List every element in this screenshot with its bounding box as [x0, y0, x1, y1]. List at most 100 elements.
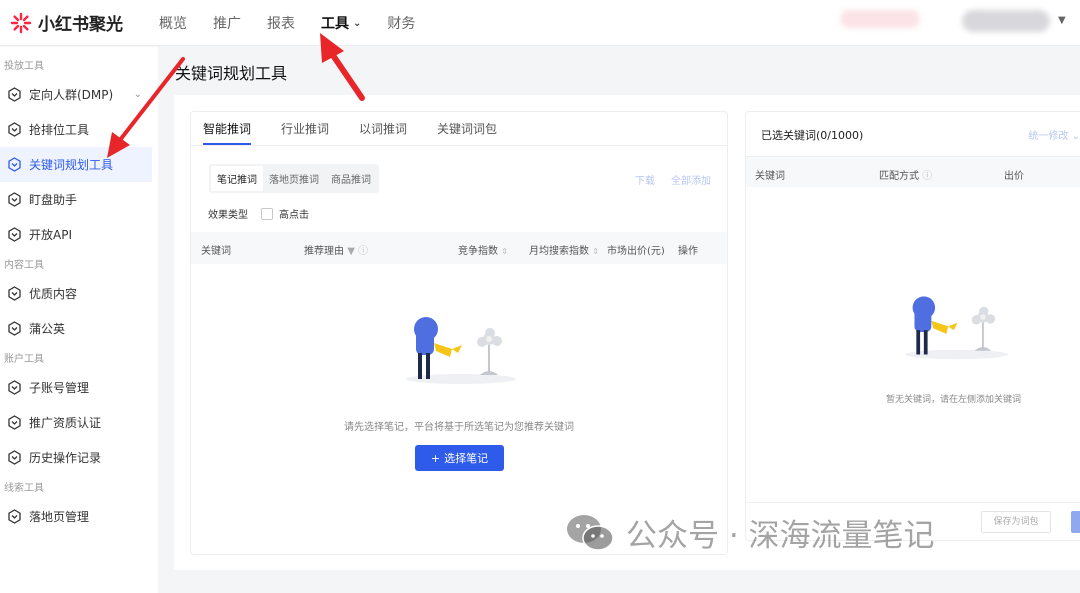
tool-hex-icon [7, 380, 22, 395]
batch-edit-label: 统一修改 [1028, 131, 1069, 142]
nav-finance[interactable]: 财务 [387, 13, 415, 33]
empty-state-illustration [905, 296, 1009, 360]
select-note-button[interactable]: + 选择笔记 [415, 445, 504, 471]
nav-tools[interactable]: 工具 ⌄ [321, 13, 361, 33]
filter-label: 效果类型 [208, 210, 248, 221]
tab-industry-recommend[interactable]: 行业推词 [281, 120, 329, 145]
nav-label: 推广 [213, 16, 241, 32]
nav-overview[interactable]: 概览 [159, 13, 187, 33]
col-competition-label: 竞争指数 [458, 246, 498, 257]
tool-hex-icon [7, 227, 22, 242]
table-header: 关键词 推荐理由 ▼ ⓘ 竞争指数 ⇕ 月均搜索指数 ⇕ 市场出价(元) 操作 [191, 232, 727, 264]
tool-hex-icon [7, 192, 22, 207]
confirm-button[interactable] [1071, 511, 1080, 533]
select-note-label: 选择笔记 [444, 452, 489, 465]
sidebar-item-0-2[interactable]: 关键词规划工具 [0, 147, 152, 182]
add-all-link[interactable]: 全部添加 [671, 172, 711, 187]
chevron-down-icon: ⌄ [1071, 131, 1080, 142]
nav-promotion[interactable]: 推广 [213, 13, 241, 33]
brand-name: 小红书聚光 [38, 15, 123, 35]
table-actions: 下载 全部添加 [635, 172, 711, 187]
filter-icon[interactable]: ▼ [347, 246, 355, 257]
chevron-down-icon: ⌄ [353, 17, 362, 29]
sidebar-item-label: 蒲公英 [29, 322, 66, 336]
col-competition[interactable]: 竞争指数 ⇕ [458, 242, 508, 257]
batch-edit-link[interactable]: 统一修改 ⌄ [1028, 127, 1080, 142]
download-link[interactable]: 下载 [635, 172, 655, 187]
subtab-landing-page[interactable]: 落地页推词 [263, 166, 325, 191]
blurred-account-info [840, 10, 920, 28]
sidebar-group-title: 投放工具 [4, 61, 44, 72]
top-bar: 小红书聚光 概览 推广 报表 工具 ⌄ 财务 ▼ [0, 0, 1080, 46]
col-reason: 推荐理由 ▼ ⓘ [304, 242, 368, 257]
sidebar-item-2-2[interactable]: 历史操作记录 [0, 440, 152, 475]
help-icon[interactable]: ⓘ [358, 246, 368, 257]
high-click-checkbox[interactable] [261, 207, 273, 220]
tool-hex-icon [7, 122, 22, 137]
sidebar-group-title: 账户工具 [4, 354, 44, 365]
save-pack-button[interactable]: 保存为词包 [981, 511, 1051, 533]
sidebar-item-0-1[interactable]: 抢排位工具 [0, 112, 152, 147]
sidebar-item-1-0[interactable]: 优质内容 [0, 276, 152, 311]
col-bid: 出价 [1004, 171, 1024, 182]
sidebar-item-3-0[interactable]: 落地页管理 [0, 499, 152, 534]
sidebar-item-label: 优质内容 [29, 287, 78, 301]
nav-label: 工具 [321, 16, 349, 32]
tool-hex-icon [7, 509, 22, 524]
selected-keywords-title: 已选关键词(0/1000) [761, 129, 864, 142]
sidebar-group-title: 线索工具 [4, 483, 44, 494]
tab-keyword-pack[interactable]: 关键词词包 [437, 120, 497, 145]
watermark-text: 公众号 · 深海流量笔记 [626, 518, 935, 554]
page-title: 关键词规划工具 [175, 64, 288, 83]
sidebar-group-title: 内容工具 [4, 260, 44, 271]
nav-reports[interactable]: 报表 [267, 13, 295, 33]
logo-icon [10, 12, 32, 33]
sidebar-item-0-0[interactable]: 定向人群(DMP) ⌄ [0, 77, 152, 112]
col-action: 操作 [678, 246, 698, 257]
selected-keywords-panel: 已选关键词(0/1000) 统一修改 ⌄ 关键词 匹配方式 ⓘ 出价 暂无关键词… [745, 111, 1080, 541]
filter-option-label[interactable]: 高点击 [279, 206, 309, 221]
col-keyword: 关键词 [201, 246, 231, 257]
sidebar: 投放工具定向人群(DMP) ⌄ 抢排位工具关键词规划工具 盯盘助手开放API 内容工具优… [0, 47, 158, 593]
recommend-panel: 智能推词 行业推词 以词推词 关键词词包 笔记推词 落地页推词 商品推词 下载 … [190, 111, 728, 555]
tool-hex-icon [7, 157, 22, 172]
sidebar-item-label: 开放API [29, 228, 72, 242]
tab-word-recommend[interactable]: 以词推词 [359, 120, 407, 145]
col-market-bid: 市场出价(元) [607, 246, 665, 257]
tool-hex-icon [7, 415, 22, 430]
brand-logo[interactable]: 小红书聚光 [10, 10, 123, 35]
tool-hex-icon [7, 450, 22, 465]
recommend-tabs: 智能推词 行业推词 以词推词 关键词词包 [191, 112, 727, 146]
sidebar-item-1-1[interactable]: 蒲公英 [0, 311, 152, 346]
sidebar-item-label: 定向人群(DMP) [29, 88, 114, 102]
col-reason-label: 推荐理由 [304, 246, 344, 257]
selected-table-header: 关键词 匹配方式 ⓘ 出价 [746, 156, 1080, 187]
wechat-icon [567, 514, 614, 551]
empty-state-text: 暂无关键词，请在左侧添加关键词 [886, 395, 1022, 405]
sidebar-item-0-4[interactable]: 开放API [0, 217, 152, 252]
sidebar-item-label: 历史操作记录 [29, 451, 102, 465]
tool-hex-icon [7, 286, 22, 301]
sidebar-item-label: 抢排位工具 [29, 123, 90, 137]
tool-hex-icon [7, 321, 22, 336]
help-icon[interactable]: ⓘ [922, 171, 932, 182]
sort-icon: ⇕ [592, 247, 599, 256]
subtab-note[interactable]: 笔记推词 [211, 166, 263, 191]
sidebar-item-label: 子账号管理 [29, 381, 90, 395]
subtab-product[interactable]: 商品推词 [325, 166, 377, 191]
sidebar-item-2-1[interactable]: 推广资质认证 [0, 405, 152, 440]
empty-state-text: 请先选择笔记，平台将基于所选笔记为您推荐关键词 [344, 422, 574, 433]
main-nav: 概览 推广 报表 工具 ⌄ 财务 [159, 0, 441, 46]
sidebar-item-label: 落地页管理 [29, 510, 90, 524]
sidebar-item-0-3[interactable]: 盯盘助手 [0, 182, 152, 217]
blurred-user-avatar[interactable] [962, 10, 1050, 32]
nav-label: 概览 [159, 16, 187, 32]
empty-state-illustration [406, 317, 516, 384]
col-monthly-search[interactable]: 月均搜索指数 ⇕ [529, 242, 599, 257]
col-match-type: 匹配方式 ⓘ [879, 167, 932, 182]
tab-smart-recommend[interactable]: 智能推词 [203, 120, 252, 145]
watermark: 公众号 · 深海流量笔记 [566, 510, 935, 555]
sidebar-item-2-0[interactable]: 子账号管理 [0, 370, 152, 405]
caret-down-icon[interactable]: ▼ [1058, 15, 1066, 26]
source-subtabs: 笔记推词 落地页推词 商品推词 [209, 164, 379, 193]
